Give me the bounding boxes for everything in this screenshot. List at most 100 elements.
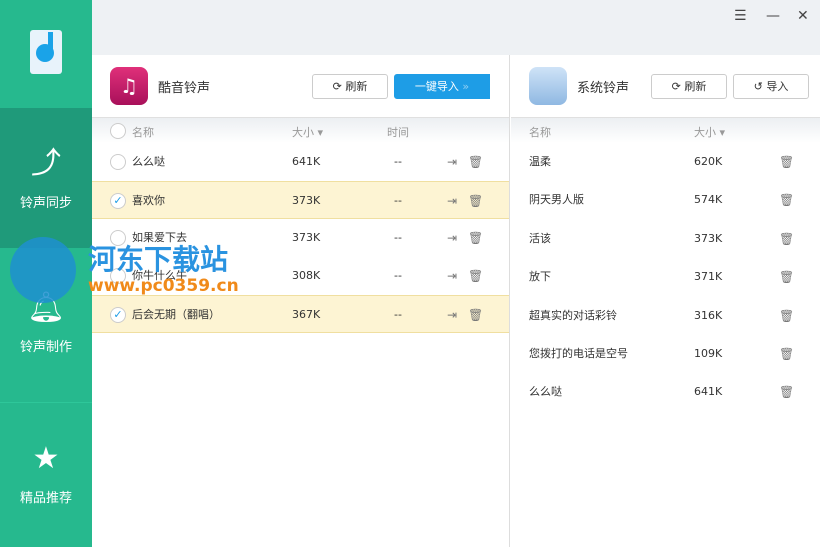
title-bar: ☰ — ✕ [92,0,820,55]
row-name: 你牛什么牛 [132,269,187,282]
panel-title: 系统铃声 [577,81,630,96]
col-size-label: 大小 [292,126,314,139]
panel-title: 酷音铃声 [158,81,211,96]
row-checkbox[interactable] [110,230,126,246]
button-label: 导入 [766,80,789,93]
row-time: -- [394,269,402,282]
row-name: 温柔 [529,155,551,168]
sync-arrow-icon: ⤴ [31,146,61,181]
table-row[interactable]: 么么哒 641K 🗑︎ [511,373,820,411]
table-row[interactable]: 超真实的对话彩铃 316K 🗑︎ [511,297,820,335]
apple-icon [529,67,567,105]
menu-icon[interactable]: ☰ [734,8,747,24]
row-checkbox[interactable]: ✓ [110,307,126,323]
star-icon: ★ [32,441,60,476]
table-row[interactable]: 你牛什么牛 308K -- ⇥ 🗑︎ [92,257,509,295]
table-row[interactable]: ✓ 后会无期（翻唱） 367K -- ⇥ 🗑︎ [92,295,509,333]
trash-icon[interactable]: 🗑︎ [468,143,483,181]
table-row[interactable]: 阴天男人版 574K 🗑︎ [511,181,820,219]
button-label: 刷新 [684,80,707,93]
nav-ringtone-sync[interactable]: ⤴ 铃声同步 [0,108,92,248]
import-all-button[interactable]: 一键导入 » [394,74,490,99]
button-label: 刷新 [345,80,368,93]
table-header: 名称 大小 ▾ 时间 [92,118,509,143]
export-icon[interactable]: ⇥ [447,296,457,334]
row-name: 喜欢你 [132,194,165,207]
table-row[interactable]: 放下 371K 🗑︎ [511,258,820,296]
nav-featured[interactable]: ★ 精品推荐 [0,402,92,547]
nav-ringtone-make[interactable]: 🔔︎ 铃声制作 [0,290,92,400]
refresh-button[interactable]: ⟳ 刷新 [312,74,388,99]
col-size[interactable]: 大小 ▾ [292,124,323,140]
col-name: 名称 [529,126,551,139]
trash-icon[interactable]: 🗑︎ [468,257,483,295]
trash-icon[interactable]: 🗑︎ [779,258,794,296]
chevrons-icon: » [462,80,470,93]
table-row[interactable]: 温柔 620K 🗑︎ [511,143,820,181]
refresh-icon: ⟳ [332,80,342,93]
table-row[interactable]: 么么哒 641K -- ⇥ 🗑︎ [92,143,509,181]
row-size: 641K [694,385,723,399]
row-size: 373K [694,231,723,245]
export-icon[interactable]: ⇥ [447,182,457,220]
row-size: 316K [694,308,723,322]
trash-icon[interactable]: 🗑︎ [779,297,794,335]
row-time: -- [394,308,402,321]
trash-icon[interactable]: 🗑︎ [468,182,483,220]
table-row[interactable]: ✓ 喜欢你 373K -- ⇥ 🗑︎ [92,181,509,219]
bell-icon: 🔔︎ [26,290,66,325]
kuyin-panel: ♫ 酷音铃声 ⟳ 刷新 一键导入 » 名称 大小 ▾ 时间 么么哒 641K -… [92,55,510,547]
table-row[interactable]: 您拨打的电话是空号 109K 🗑︎ [511,335,820,373]
row-name: 后会无期（翻唱） [132,308,220,321]
export-icon[interactable]: ⇥ [447,219,457,257]
export-icon[interactable]: ⇥ [447,143,457,181]
row-time: -- [394,155,402,168]
row-name: 放下 [529,270,551,284]
row-time: -- [394,194,402,207]
import-button[interactable]: ↺ 导入 [733,74,809,99]
row-size: 109K [694,347,723,360]
trash-icon[interactable]: 🗑︎ [468,219,483,257]
row-name: 超真实的对话彩铃 [529,308,617,322]
row-checkbox[interactable]: ✓ [110,193,126,209]
refresh-button[interactable]: ⟳ 刷新 [651,74,727,99]
row-name: 阴天男人版 [529,193,584,207]
row-size: 367K [292,308,321,321]
row-name: 么么哒 [529,385,562,399]
trash-icon[interactable]: 🗑︎ [779,220,794,258]
table-row[interactable]: 活该 373K 🗑︎ [511,220,820,258]
row-time: -- [394,231,402,244]
table-header: 名称 大小 ▾ [511,118,820,143]
row-name: 么么哒 [132,155,165,168]
app-logo [30,30,62,74]
col-size-label: 大小 [694,126,716,139]
button-label: 一键导入 [414,80,459,93]
row-checkbox[interactable] [110,154,126,170]
close-button[interactable]: ✕ [797,8,809,24]
col-size[interactable]: 大小 ▾ [694,124,725,140]
col-time: 时间 [387,126,409,139]
nav-label: 铃声同步 [19,196,72,211]
trash-icon[interactable]: 🗑︎ [779,335,794,373]
row-size: 574K [694,193,723,207]
trash-icon[interactable]: 🗑︎ [779,373,794,411]
nav-label: 铃声制作 [19,340,72,355]
refresh-icon: ⟳ [671,80,681,93]
table-row[interactable]: 如果爱下去 373K -- ⇥ 🗑︎ [92,219,509,257]
minimize-button[interactable]: — [766,8,780,24]
trash-icon[interactable]: 🗑︎ [468,296,483,334]
export-icon[interactable]: ⇥ [447,257,457,295]
row-checkbox[interactable] [110,268,126,284]
import-icon: ↺ [753,80,763,93]
row-name: 活该 [529,231,551,245]
trash-icon[interactable]: 🗑︎ [779,181,794,219]
kuyin-app-icon: ♫ [110,67,148,105]
select-all-checkbox[interactable] [110,123,126,139]
row-size: 620K [694,155,723,168]
row-size: 373K [292,231,321,244]
system-panel: 系统铃声 ⟳ 刷新 ↺ 导入 名称 大小 ▾ 温柔 620K 🗑︎ 阴天男人版 … [511,55,820,547]
row-size: 371K [694,270,723,284]
trash-icon[interactable]: 🗑︎ [779,143,794,181]
row-size: 373K [292,194,321,207]
row-name: 您拨打的电话是空号 [529,347,628,360]
